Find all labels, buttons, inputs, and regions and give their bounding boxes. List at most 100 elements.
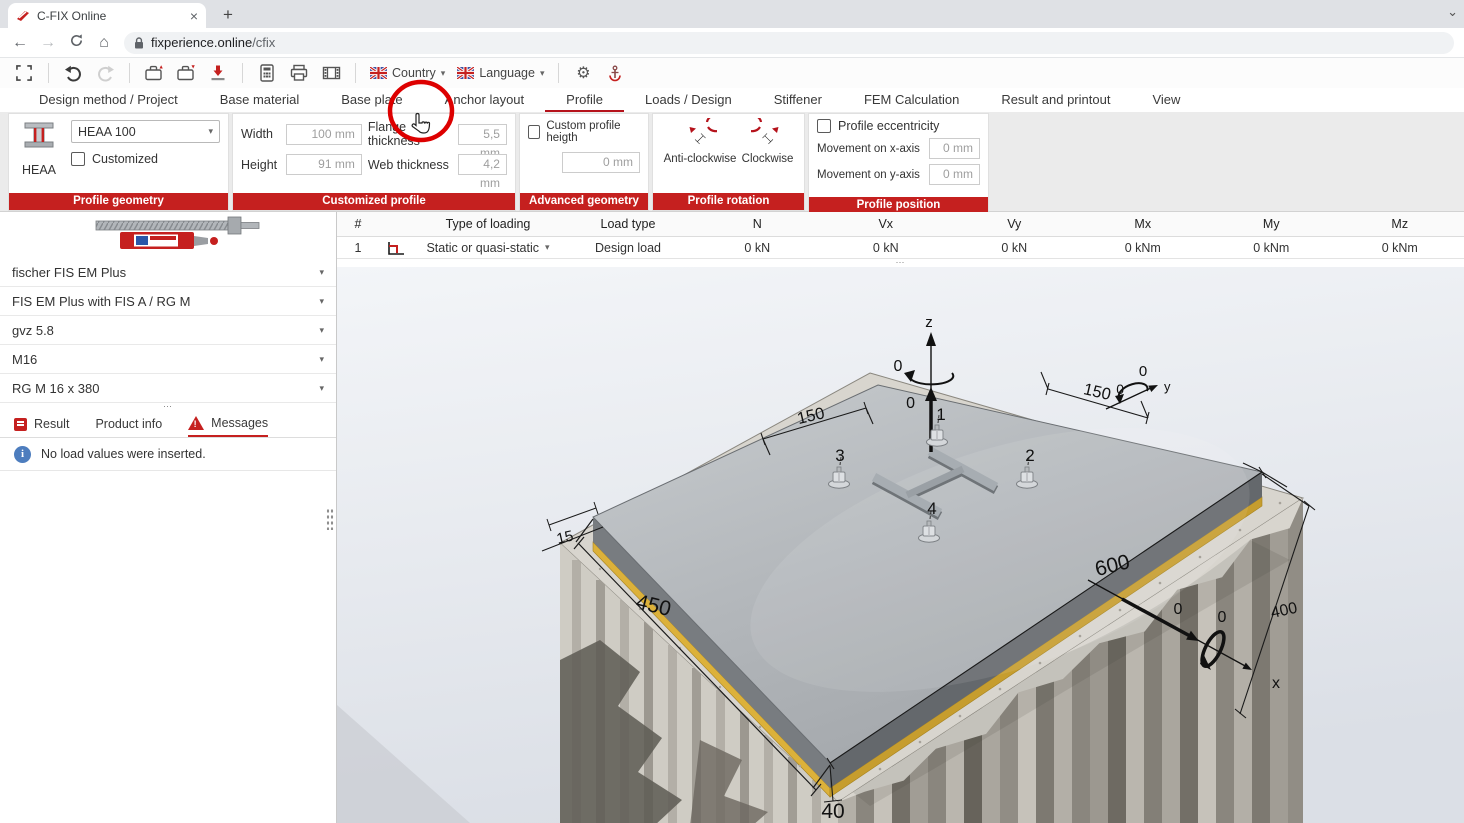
panel-title: Advanced geometry — [520, 193, 648, 210]
tab-loads-design[interactable]: Loads / Design — [624, 88, 753, 110]
height-input[interactable]: 91 mm — [286, 154, 362, 175]
tab-profile[interactable]: Profile — [545, 88, 624, 113]
panel-advanced-geometry: Custom profile heigth 0 mm Advanced geom… — [519, 113, 649, 211]
tab-product-info[interactable]: Product info — [95, 411, 162, 437]
dropdown-system-value: FIS EM Plus with FIS A / RG M — [12, 294, 190, 309]
tab-base-material[interactable]: Base material — [199, 88, 320, 110]
tab-anchor-layout[interactable]: Anchor layout — [424, 88, 546, 110]
tab-design-method[interactable]: Design method / Project — [18, 88, 199, 110]
movement-x-label: Movement on x-axis — [817, 143, 923, 155]
tab-close-icon[interactable]: × — [190, 9, 198, 23]
lock-icon — [134, 37, 144, 49]
home-icon[interactable]: ⌂ — [90, 34, 118, 52]
back-icon[interactable]: ← — [6, 34, 34, 52]
tab-result[interactable]: Result — [14, 411, 69, 437]
tab-product-info-label: Product info — [95, 417, 162, 431]
dropdown-size[interactable]: M16 ▾ — [0, 345, 336, 374]
chevron-down-icon: ▾ — [319, 296, 324, 307]
calculator-icon[interactable] — [253, 60, 281, 86]
settings-gear-icon[interactable]: ⚙ — [569, 60, 597, 86]
language-select[interactable]: Language ▾ — [453, 66, 548, 80]
type-of-loading-value: Static or quasi-static — [426, 241, 539, 255]
info-icon: i — [14, 446, 31, 463]
new-project-icon[interactable] — [140, 60, 168, 86]
profile-select-value: HEAA 100 — [78, 125, 136, 139]
tab-stiffener[interactable]: Stiffener — [753, 88, 843, 110]
new-tab-button[interactable]: + — [216, 3, 240, 27]
tab-base-plate[interactable]: Base plate — [320, 88, 423, 110]
col-load-type: Load type — [563, 217, 693, 231]
country-select[interactable]: Country ▾ — [366, 66, 449, 80]
address-bar: ← → ⌂ fixperience.online/cfix — [0, 28, 1464, 58]
dropdown-mortar[interactable]: fischer FIS EM Plus ▾ — [0, 258, 336, 287]
col-N: N — [693, 217, 822, 231]
profile-eccentricity-checkbox[interactable] — [817, 119, 831, 133]
browser-tab[interactable]: C-FIX Online × — [8, 3, 206, 28]
col-My: My — [1207, 217, 1336, 231]
chevron-down-icon[interactable]: ⌄ — [1447, 4, 1458, 20]
open-project-icon[interactable] — [172, 60, 200, 86]
sidebar-splitter-handle[interactable] — [326, 508, 334, 530]
panel-title: Customized profile — [233, 193, 515, 210]
type-of-loading-select[interactable]: Static or quasi-static ▾ — [413, 241, 563, 255]
sidebar: fischer FIS EM Plus ▾ FIS EM Plus with F… — [0, 212, 337, 823]
svg-text:⌶: ⌶ — [692, 131, 708, 147]
fischer-favicon — [16, 9, 30, 23]
value-Vx[interactable]: 0 kN — [822, 241, 951, 255]
value-Mx[interactable]: 0 kNm — [1079, 241, 1208, 255]
i-beam-icon — [19, 120, 59, 150]
web-thickness-input[interactable]: 4,2 mm — [458, 154, 507, 175]
tab-messages-label: Messages — [211, 416, 268, 430]
panel-profile-position: Profile eccentricity Movement on x-axis … — [808, 113, 989, 211]
print-icon[interactable] — [285, 60, 313, 86]
value-Mz[interactable]: 0 kNm — [1336, 241, 1464, 255]
col-Vy: Vy — [950, 217, 1079, 231]
dropdown-system[interactable]: FIS EM Plus with FIS A / RG M ▾ — [0, 287, 336, 316]
reload-icon[interactable] — [62, 33, 90, 53]
load-table-row[interactable]: 1 Static or quasi-static ▾ Design load 0… — [337, 237, 1464, 259]
tab-result-printout[interactable]: Result and printout — [980, 88, 1131, 110]
message-row: i No load values were inserted. — [0, 438, 336, 471]
fullscreen-icon[interactable] — [10, 60, 38, 86]
custom-profile-height-input[interactable]: 0 mm — [562, 152, 640, 173]
clockwise-button[interactable]: ⌶ Clockwise — [742, 118, 794, 165]
profile-select[interactable]: HEAA 100 ▾ — [71, 120, 220, 143]
col-Mz: Mz — [1336, 217, 1464, 231]
dropdown-material[interactable]: gvz 5.8 ▾ — [0, 316, 336, 345]
forward-icon[interactable]: → — [34, 34, 62, 52]
row-num: 1 — [337, 241, 379, 255]
dim-40-label: 40 — [821, 800, 844, 823]
url-field[interactable]: fixperience.online/cfix — [124, 32, 1454, 54]
width-input[interactable]: 100 mm — [286, 124, 362, 145]
dropdown-mortar-value: fischer FIS EM Plus — [12, 265, 126, 280]
value-N[interactable]: 0 kN — [693, 241, 822, 255]
sidebar-expander[interactable]: ⋯ — [0, 403, 336, 411]
undo-icon[interactable] — [59, 60, 87, 86]
y-axis-label: y — [1164, 379, 1171, 394]
anchor-icon[interactable] — [601, 60, 629, 86]
tab-title: C-FIX Online — [37, 9, 183, 23]
load-type-value: Design load — [563, 241, 693, 255]
value-My[interactable]: 0 kNm — [1207, 241, 1336, 255]
flange-thickness-input[interactable]: 5,5 mm — [458, 124, 507, 145]
country-flag-icon — [370, 67, 387, 79]
3d-viewport[interactable]: 450 600 400 150 — [337, 267, 1464, 823]
customized-checkbox[interactable] — [71, 152, 85, 166]
movement-y-input[interactable]: 0 mm — [929, 164, 980, 185]
video-icon[interactable] — [317, 60, 345, 86]
save-icon[interactable] — [204, 60, 232, 86]
redo-icon[interactable] — [91, 60, 119, 86]
dropdown-article[interactable]: RG M 16 x 380 ▾ — [0, 374, 336, 403]
anticlockwise-label: Anti-clockwise — [664, 153, 737, 165]
custom-profile-height-checkbox[interactable] — [528, 125, 540, 139]
menu-bar: Design method / Project Base material Ba… — [0, 88, 1464, 112]
movement-x-input[interactable]: 0 mm — [929, 138, 980, 159]
table-expander[interactable]: ⋯ — [337, 259, 1464, 267]
panel-title: Profile geometry — [9, 193, 228, 210]
tab-view[interactable]: View — [1131, 88, 1201, 110]
value-Vy[interactable]: 0 kN — [950, 241, 1079, 255]
tab-messages[interactable]: Messages — [188, 411, 268, 437]
anticlockwise-button[interactable]: ⌶ Anti-clockwise — [664, 118, 737, 165]
tab-fem-calculation[interactable]: FEM Calculation — [843, 88, 980, 110]
rotate-anticlockwise-icon: ⌶ — [683, 118, 717, 148]
